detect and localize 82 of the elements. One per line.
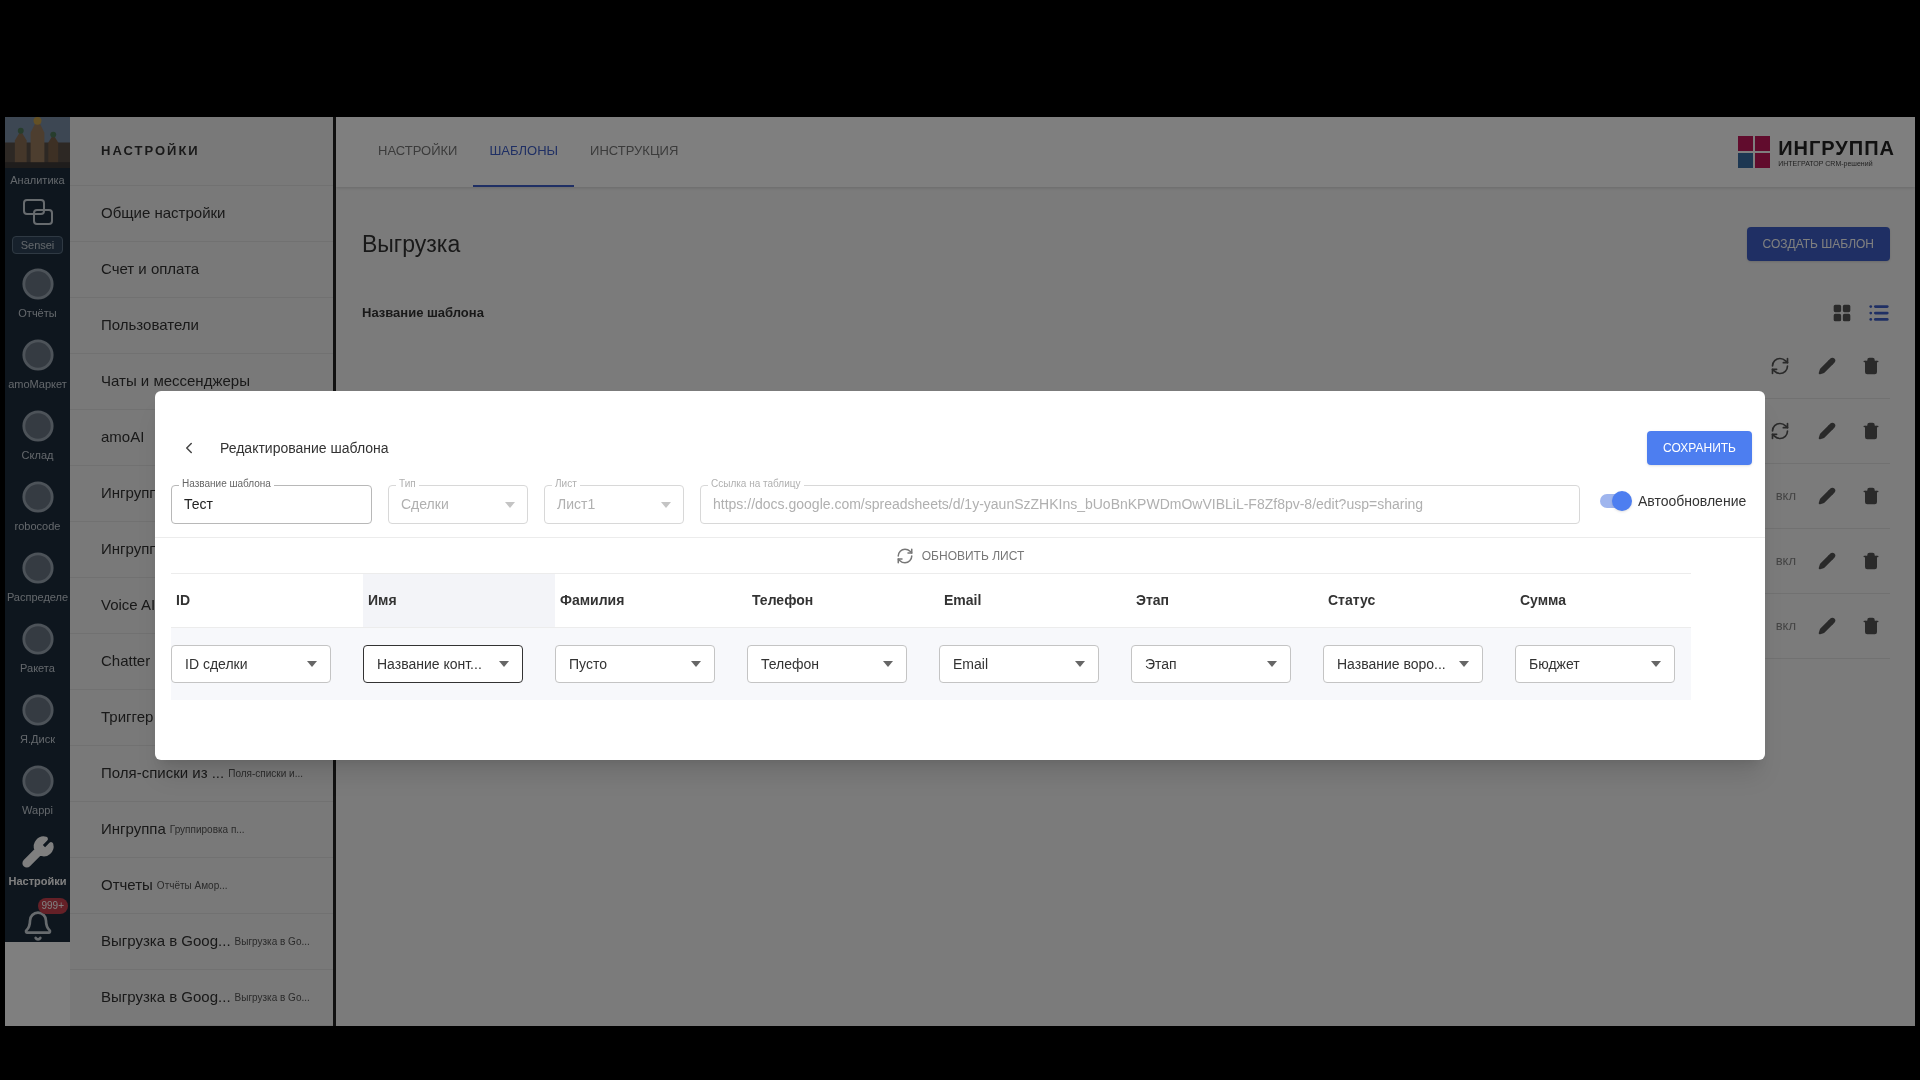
rail-label[interactable]: Я.Диск (20, 731, 55, 747)
toggle-label: Автообновление (1638, 491, 1747, 511)
table-header-cell-text: Телефон (751, 591, 815, 610)
settings-item[interactable]: Общие настройки (70, 186, 333, 242)
select-field[interactable]: Бюджет (1515, 645, 1675, 683)
caret-icon (1651, 661, 1661, 667)
select-field[interactable]: Email (939, 645, 1099, 683)
caret-icon (307, 661, 317, 667)
column-header: Название шаблона (362, 303, 484, 322)
rail-label[interactable]: amoМаркет (8, 376, 67, 392)
rail-label[interactable]: Склад (21, 447, 54, 463)
app-icon (20, 551, 55, 585)
refresh-icon[interactable] (1770, 355, 1790, 376)
logo-icon (1738, 136, 1771, 168)
tab[interactable]: НАСТРОЙКИ (362, 117, 474, 187)
settings-item[interactable]: Ингруппа Группировка п... (70, 802, 333, 858)
app-icon (20, 622, 55, 656)
toggle-switch[interactable] (1600, 494, 1630, 508)
select-field[interactable]: Телефон (747, 645, 907, 683)
logo-name: ИНГРУППА (1778, 137, 1895, 158)
refresh-icon (895, 546, 914, 565)
delete-icon[interactable] (1862, 486, 1880, 505)
app-icon (20, 693, 55, 727)
notification-count: 999+ (37, 898, 69, 914)
page-title: Выгрузка (362, 230, 461, 259)
refresh-icon[interactable] (1770, 420, 1790, 441)
settings-item[interactable]: Отчеты Отчёты Амор... (70, 858, 333, 914)
rail-label[interactable]: Аналитика (10, 172, 65, 188)
delete-icon[interactable] (1862, 551, 1880, 570)
settings-item[interactable]: Выгрузка в Goog... Выгрузка в Go... (70, 914, 333, 970)
select-field[interactable]: ID сделки (171, 645, 331, 683)
caret-icon (1267, 661, 1277, 667)
table-header-cell-text: Этап (1135, 591, 1171, 610)
caret-icon (499, 661, 509, 667)
settings-item[interactable]: Пользователи (70, 298, 333, 354)
tab[interactable]: ШАБЛОНЫ (473, 117, 575, 187)
app-icon (20, 267, 55, 301)
app-icon (20, 480, 55, 514)
caret-icon (661, 501, 671, 508)
table-header-cell-text: Сумма (1519, 591, 1568, 610)
app-icon (20, 764, 55, 798)
save-button[interactable]: СОХРАНИТЬ (1647, 431, 1752, 465)
delete-icon[interactable] (1862, 356, 1880, 375)
settings-item[interactable]: Выгрузка в Goog... Выгрузка в Go... (70, 970, 333, 1026)
tab[interactable]: ИНСТРУКЦИЯ (574, 117, 695, 187)
section-title: НАСТРОЙКИ (101, 142, 200, 161)
grid-view-icon[interactable] (1832, 302, 1852, 323)
app-icon (20, 409, 55, 443)
caret-icon (505, 501, 515, 508)
edit-icon[interactable] (1818, 356, 1836, 375)
create-template-button[interactable]: СОЗДАТЬ ШАБЛОН (1746, 227, 1890, 262)
table-header-cell-text: Email (943, 591, 983, 610)
edit-icon[interactable] (1818, 616, 1836, 635)
rail-label[interactable]: Wappi (22, 802, 53, 818)
caret-icon (1075, 661, 1085, 667)
select-field[interactable]: Название воро... (1323, 645, 1483, 683)
caret-icon (1459, 661, 1469, 667)
rail-label[interactable]: Ракета (20, 660, 55, 676)
caret-icon (883, 661, 893, 667)
table-header-cell-text: Статус (1327, 591, 1377, 610)
table-header-cell: Имя (363, 574, 555, 627)
caret-icon (691, 661, 701, 667)
delete-icon[interactable] (1862, 421, 1880, 440)
wrench-icon (20, 835, 55, 869)
settings-item[interactable]: Счет и оплата (70, 242, 333, 298)
rail-label[interactable]: Распределе (6, 589, 69, 605)
select-field[interactable]: Пусто (555, 645, 715, 683)
rail-label[interactable]: Настройки (8, 873, 67, 889)
delete-icon[interactable] (1862, 616, 1880, 635)
edit-icon[interactable] (1818, 551, 1836, 570)
app-icon (20, 338, 55, 372)
dialog-title: Редактирование шаблона (220, 438, 389, 458)
rail-label[interactable]: robocode (14, 518, 61, 534)
edit-icon[interactable] (1818, 486, 1836, 505)
refresh-sheet-button[interactable]: ОБНОВИТЬ ЛИСТ (895, 546, 1025, 565)
rail-label[interactable]: Sensei (11, 236, 64, 254)
rail-label[interactable]: Отчёты (18, 305, 57, 321)
select-field[interactable]: Название конт... (363, 645, 523, 683)
select-field[interactable]: Этап (1131, 645, 1291, 683)
table-header-cell-text: ID (175, 591, 191, 610)
table-header-cell-text: Фамилия (559, 591, 626, 610)
edit-icon[interactable] (1818, 421, 1836, 440)
